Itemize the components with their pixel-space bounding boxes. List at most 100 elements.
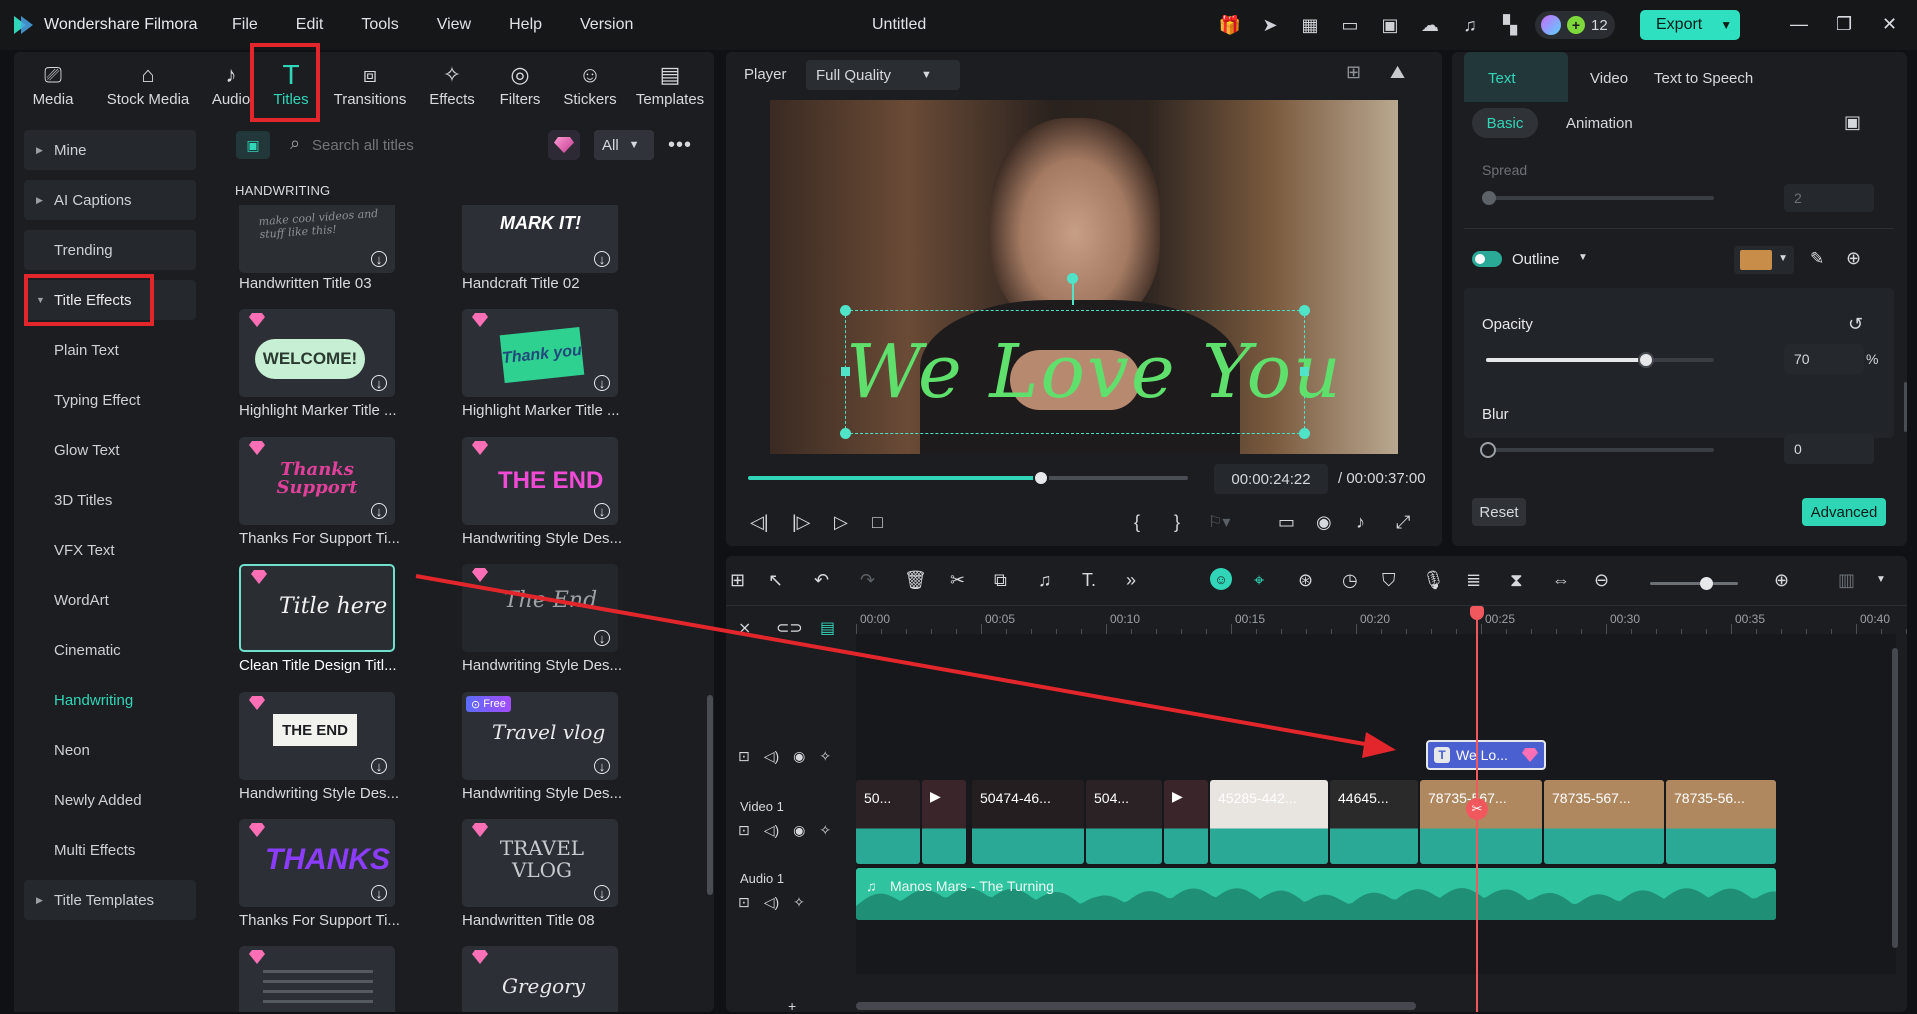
tab-transitions[interactable]: ⧈ Transitions — [324, 52, 416, 118]
resize-handle[interactable] — [840, 305, 851, 316]
video-clip[interactable]: ▶ — [922, 780, 966, 864]
video-clip[interactable]: 45285-442... — [1210, 780, 1328, 864]
video-clip[interactable]: 50474-46... — [972, 780, 1084, 864]
quality-select[interactable]: Full Quality ▼ — [806, 60, 960, 90]
auto-edit-icon[interactable]: ⧗ — [1510, 570, 1523, 591]
microphone-icon[interactable]: 🎙 — [1422, 570, 1445, 591]
spread-knob[interactable] — [1482, 191, 1496, 205]
fit-icon[interactable]: ⇔ — [1552, 570, 1570, 591]
title-thumb[interactable]: MARK IT! ↓ — [462, 205, 618, 273]
download-icon[interactable]: ↓ — [371, 885, 387, 901]
mark-out-icon[interactable]: } — [1174, 512, 1180, 533]
menu-version[interactable]: Version — [580, 16, 633, 34]
more-tools-icon[interactable]: » — [1126, 570, 1136, 591]
video-clip[interactable]: 78735-56... — [1666, 780, 1776, 864]
track-view-icon[interactable]: ▥ — [1838, 570, 1855, 591]
title-thumb[interactable]: TRAVEL VLOG ↓ — [462, 819, 618, 907]
lock-icon[interactable]: ⊡ — [738, 894, 750, 911]
category-neon[interactable]: Neon — [24, 730, 196, 770]
eyedropper-icon[interactable]: ✎ — [1810, 249, 1824, 269]
progress-knob[interactable] — [1032, 470, 1049, 486]
volume-icon[interactable]: ♪ — [1356, 512, 1365, 533]
download-icon[interactable]: ↓ — [594, 251, 610, 267]
timeline-horizontal-scrollbar[interactable] — [856, 1002, 1416, 1010]
download-icon[interactable]: ↓ — [594, 630, 610, 646]
lock-icon[interactable]: ⊡ — [738, 822, 750, 839]
eye-icon[interactable]: ◉ — [793, 822, 805, 839]
audio-adjust-icon[interactable]: ♫ — [1038, 570, 1052, 591]
crop-icon[interactable]: ⧉ — [994, 570, 1007, 591]
speed-icon[interactable]: ◷ — [1342, 570, 1358, 591]
library-scrollbar[interactable] — [707, 695, 713, 895]
download-icon[interactable]: ↓ — [371, 375, 387, 391]
ai-face-icon[interactable]: ☺ — [1210, 568, 1232, 590]
title-thumb[interactable]: Thanks Support ↓ — [239, 437, 395, 525]
display-settings-icon[interactable]: ▭ — [1278, 512, 1295, 533]
save-preset-icon[interactable]: ▣ — [1844, 112, 1861, 133]
send-icon[interactable]: ➤ — [1258, 13, 1282, 37]
export-button[interactable]: Export ▼ — [1640, 10, 1740, 40]
reset-icon[interactable]: ↺ — [1848, 314, 1863, 335]
menu-tools[interactable]: Tools — [361, 16, 398, 34]
minimize-icon[interactable]: — — [1790, 14, 1808, 35]
video-clip[interactable]: 504... — [1086, 780, 1162, 864]
mark-in-icon[interactable]: { — [1134, 512, 1140, 533]
undo-icon[interactable]: ↶ — [814, 570, 829, 591]
title-thumb[interactable]: Thank you ↓ — [462, 309, 618, 397]
download-icon[interactable]: ↓ — [371, 503, 387, 519]
zoom-in-icon[interactable]: ⊕ — [1774, 570, 1789, 591]
chevron-down-icon[interactable]: ▼ — [1720, 18, 1732, 32]
opacity-slider[interactable] — [1486, 352, 1714, 368]
category-title-templates[interactable]: ▶ Title Templates — [24, 880, 196, 920]
volume-icon[interactable]: ◁) — [764, 748, 779, 765]
category-cinematic[interactable]: Cinematic — [24, 630, 196, 670]
add-circle-icon[interactable]: ⊕ — [1846, 248, 1861, 269]
tab-text[interactable]: Text — [1488, 70, 1516, 87]
category-handwriting[interactable]: Handwriting — [24, 680, 196, 720]
video-preview[interactable]: We Love You — [770, 100, 1398, 454]
eye-icon[interactable]: ◉ — [793, 748, 805, 765]
more-options-icon[interactable]: ••• — [668, 134, 692, 157]
delete-icon[interactable]: 🗑 — [904, 570, 927, 591]
opacity-knob[interactable] — [1637, 352, 1654, 368]
blur-knob[interactable] — [1480, 442, 1496, 458]
magic-icon[interactable]: ✧ — [819, 748, 831, 765]
blur-value[interactable]: 0 — [1784, 434, 1874, 464]
category-newly-added[interactable]: Newly Added — [24, 780, 196, 820]
title-clip[interactable]: T We Lo... — [1426, 740, 1546, 770]
video-clip[interactable]: 78735-567... — [1420, 780, 1542, 864]
reset-button[interactable]: Reset — [1472, 498, 1526, 526]
resize-handle[interactable] — [840, 428, 851, 439]
menu-file[interactable]: File — [232, 16, 258, 34]
select-tool-icon[interactable]: ↖ — [768, 570, 783, 591]
zoom-out-icon[interactable]: ⊖ — [1594, 570, 1609, 591]
effects-add-icon[interactable]: ⊛ — [1298, 570, 1313, 591]
text-tool-icon[interactable]: T. — [1082, 570, 1096, 591]
volume-icon[interactable]: ◁) — [764, 822, 779, 839]
category-3d-titles[interactable]: 3D Titles — [24, 480, 196, 520]
title-thumb[interactable]: THE END ↓ — [462, 437, 618, 525]
tab-filters[interactable]: ◎ Filters — [492, 52, 548, 118]
magic-icon[interactable]: ✧ — [793, 894, 805, 911]
text-bounding-box[interactable]: We Love You — [840, 273, 1341, 439]
title-thumb[interactable]: The End ↓ — [462, 564, 618, 652]
scissors-icon[interactable]: ✂ — [1466, 798, 1488, 820]
tab-templates[interactable]: ▤ Templates — [628, 52, 712, 118]
spread-slider[interactable] — [1482, 191, 1714, 205]
title-thumb[interactable]: Gregory — [462, 946, 618, 1012]
subtab-basic[interactable]: Basic — [1472, 108, 1538, 138]
tab-media[interactable]: ⎚ Media — [28, 52, 78, 118]
menu-edit[interactable]: Edit — [296, 16, 324, 34]
camera-icon[interactable]: ◉ — [1316, 512, 1332, 533]
resize-handle[interactable] — [1299, 305, 1310, 316]
tab-text-to-speech[interactable]: Text to Speech — [1654, 70, 1753, 87]
menu-help[interactable]: Help — [509, 16, 542, 34]
track-add-icon[interactable]: ▤ — [820, 618, 835, 638]
title-thumb-selected[interactable]: Title here — [239, 564, 395, 652]
restore-icon[interactable]: ❐ — [1836, 14, 1852, 35]
category-wordart[interactable]: WordArt — [24, 580, 196, 620]
video-clip[interactable]: 50... — [856, 780, 920, 864]
title-thumb[interactable]: make cool videos and stuff like this! ↓ — [239, 205, 395, 273]
stop-icon[interactable]: □ — [872, 512, 883, 533]
resize-handle[interactable] — [1300, 367, 1309, 376]
